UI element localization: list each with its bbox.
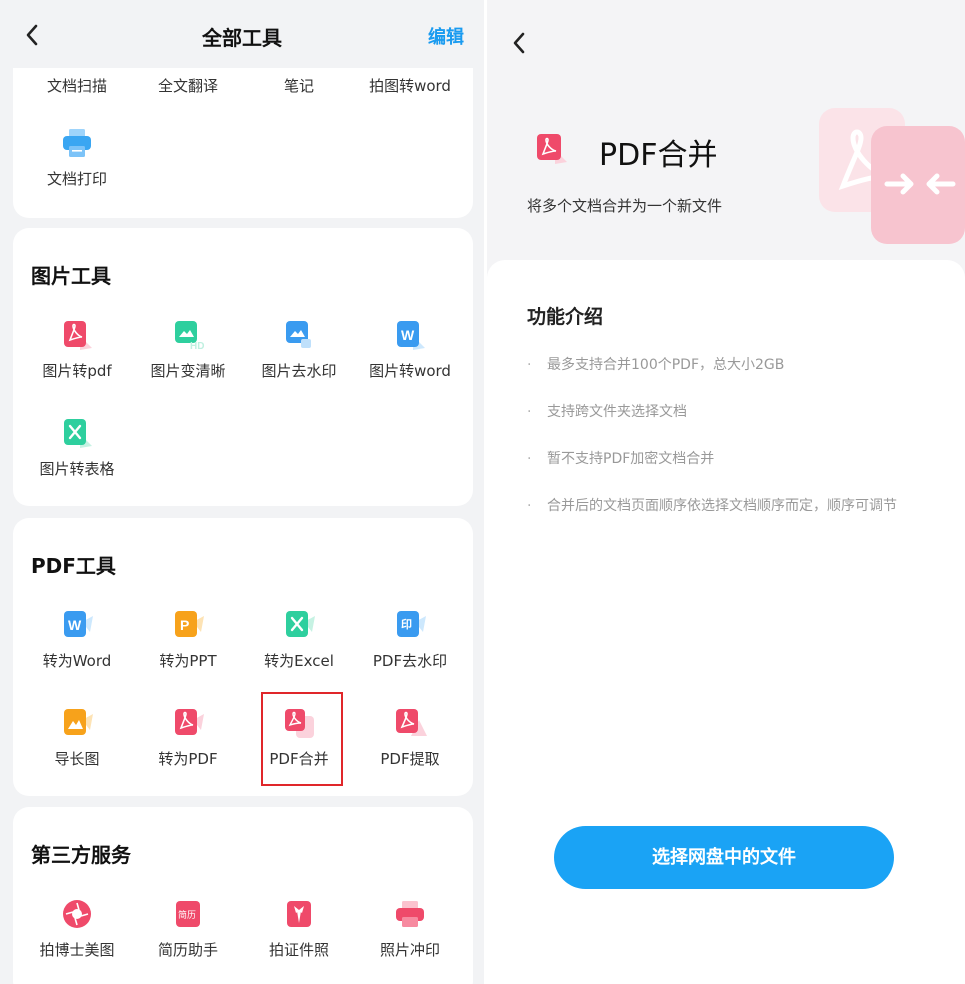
- edit-button[interactable]: 编辑: [428, 23, 464, 49]
- page-subtitle: 将多个文档合并为一个新文件: [527, 197, 723, 215]
- hd-image-icon: HD: [175, 321, 204, 352]
- hero-header: PDF合并 将多个文档合并为一个新文件: [487, 0, 965, 290]
- id-photo-icon: [287, 901, 311, 927]
- tool-convert-to-pdf[interactable]: 转为PDF: [132, 706, 244, 769]
- tool-label: 转为Excel: [264, 652, 334, 670]
- resume-icon: 简历: [176, 901, 200, 927]
- tool-photo-print[interactable]: 照片冲印: [354, 897, 466, 960]
- feature-item: · 支持跨文件夹选择文档: [527, 401, 687, 421]
- tool-label: 简历助手: [157, 941, 218, 959]
- camera-icon: [63, 900, 91, 928]
- pdf-merge-highlight: [261, 692, 343, 786]
- excel-icon: [286, 611, 315, 637]
- bullet-dot: ·: [527, 404, 532, 420]
- feature-text: 支持跨文件夹选择文档: [547, 404, 687, 420]
- bullet-dot: ·: [527, 451, 532, 467]
- doc-tools-card: 文档扫描 全文翻译 笔记 拍图转word 文档打印: [13, 58, 473, 218]
- tool-full-translate[interactable]: 全文翻译: [132, 75, 244, 96]
- tool-id-photo[interactable]: 拍证件照: [243, 897, 355, 960]
- tool-label: 图片转word: [369, 362, 451, 380]
- page-title: 全部工具: [202, 26, 282, 50]
- feature-item: · 暂不支持PDF加密文档合并: [527, 448, 714, 468]
- long-image-icon: [64, 709, 93, 735]
- select-cloud-file-button[interactable]: 选择网盘中的文件: [554, 826, 894, 889]
- tool-image-enhance[interactable]: HD 图片变清晰: [132, 318, 244, 381]
- tool-export-long-image[interactable]: 导长图: [21, 706, 133, 769]
- ppt-icon: P: [175, 611, 204, 637]
- tool-image-to-pdf[interactable]: 图片转pdf: [21, 318, 133, 381]
- tool-notes[interactable]: 笔记: [243, 75, 355, 96]
- photo-print-icon: [396, 901, 424, 927]
- excel-icon: [64, 419, 92, 448]
- features-title: 功能介绍: [527, 306, 604, 328]
- svg-text:印: 印: [401, 618, 412, 631]
- all-tools-screen: 文档扫描 全文翻译 笔记 拍图转word 文档打印 图片工具 图片转pdf HD…: [0, 0, 484, 984]
- svg-text:简历: 简历: [178, 909, 196, 921]
- tool-label: 文档打印: [46, 170, 107, 188]
- tool-doc-print[interactable]: 文档打印: [21, 126, 133, 189]
- tool-doc-scan[interactable]: 文档扫描: [21, 75, 133, 96]
- tool-label: 图片转表格: [39, 460, 115, 478]
- tool-label: PDF去水印: [372, 652, 448, 670]
- feature-text: 暂不支持PDF加密文档合并: [547, 451, 715, 467]
- watermark-icon: 印: [397, 611, 426, 637]
- svg-text:W: W: [401, 327, 415, 343]
- tool-label: 转为PDF: [158, 750, 218, 768]
- svg-text:W: W: [68, 617, 82, 633]
- tool-image-remove-watermark[interactable]: 图片去水印: [243, 318, 355, 381]
- pdf-icon: [64, 321, 92, 350]
- tool-label: 照片冲印: [379, 941, 440, 959]
- tool-label: 导长图: [54, 750, 100, 768]
- tool-image-to-word[interactable]: W 图片转word: [354, 318, 466, 381]
- svg-text:HD: HD: [190, 341, 204, 352]
- pdf-icon: [175, 709, 204, 735]
- feature-item: · 最多支持合并100个PDF，总大小2GB: [527, 354, 784, 374]
- tool-label: 图片去水印: [261, 362, 337, 380]
- back-arrow-icon[interactable]: [507, 28, 531, 58]
- tool-label: 拍博士美图: [39, 941, 115, 959]
- tool-label: 转为Word: [42, 652, 112, 670]
- section-title: 第三方服务: [31, 843, 131, 867]
- pdf-merge-illustration-icon: [819, 108, 965, 244]
- tool-pdf-extract[interactable]: PDF提取: [354, 706, 466, 769]
- bullet-dot: ·: [527, 357, 532, 373]
- watermark-image-icon: [286, 321, 311, 348]
- image-tools-card: 图片工具 图片转pdf HD 图片变清晰 图片去水印 W 图片转word 图片转…: [13, 228, 473, 506]
- third-party-card: 第三方服务 拍博士美图 简历 简历助手 拍证件照 照片冲印: [13, 807, 473, 984]
- page-title: PDF合并: [599, 138, 718, 173]
- bullet-dot: ·: [527, 498, 532, 514]
- pdf-icon: [537, 134, 567, 164]
- tool-pdf-to-word[interactable]: W 转为Word: [21, 608, 133, 671]
- section-title: 图片工具: [31, 264, 111, 288]
- pdf-tools-card: PDF工具 W 转为Word P 转为PPT 转为Excel 印 PDF去水印 …: [13, 518, 473, 796]
- printer-icon: [63, 129, 91, 157]
- tool-resume-assistant[interactable]: 简历 简历助手: [132, 897, 244, 960]
- tool-photo-to-word[interactable]: 拍图转word: [354, 75, 466, 96]
- tool-label: 拍证件照: [268, 941, 329, 959]
- pdf-merge-screen: PDF合并 将多个文档合并为一个新文件 功能介绍 · 最多支持合并100个PDF，…: [487, 0, 965, 984]
- tool-label: PDF提取: [380, 750, 440, 768]
- svg-text:P: P: [180, 617, 189, 633]
- tool-label: 图片转pdf: [42, 362, 112, 380]
- tool-image-to-table[interactable]: 图片转表格: [21, 416, 133, 479]
- feature-text: 最多支持合并100个PDF，总大小2GB: [547, 357, 785, 373]
- word-icon: W: [397, 321, 425, 350]
- top-nav-bar: 全部工具 编辑: [0, 0, 484, 68]
- tool-camera-beauty[interactable]: 拍博士美图: [21, 897, 133, 960]
- pdf-extract-icon: [396, 709, 427, 736]
- tool-label: 转为PPT: [159, 652, 217, 670]
- feature-item: · 合并后的文档页面顺序依选择文档顺序而定，顺序可调节: [527, 495, 897, 515]
- tool-pdf-remove-watermark[interactable]: 印 PDF去水印: [354, 608, 466, 671]
- tool-pdf-to-excel[interactable]: 转为Excel: [243, 608, 355, 671]
- feature-text: 合并后的文档页面顺序依选择文档顺序而定，顺序可调节: [547, 498, 897, 514]
- word-icon: W: [64, 611, 93, 637]
- tool-label: 图片变清晰: [150, 362, 226, 380]
- section-title: PDF工具: [31, 554, 116, 578]
- tool-pdf-to-ppt[interactable]: P 转为PPT: [132, 608, 244, 671]
